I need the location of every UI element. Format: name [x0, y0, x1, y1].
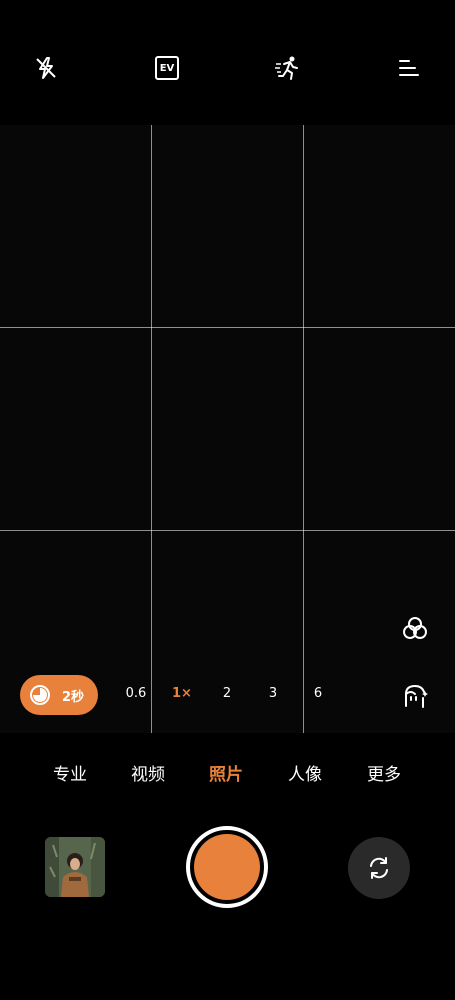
mode-video[interactable]: 视频 [118, 760, 178, 785]
shutter-button-inner [194, 834, 260, 900]
running-person-icon[interactable] [272, 52, 304, 84]
zoom-option[interactable]: 0.6 [121, 686, 151, 701]
grid-line [151, 125, 152, 733]
gallery-thumbnail[interactable] [45, 837, 105, 897]
grid-line [0, 327, 455, 328]
grid-line [303, 125, 304, 733]
grid-line [0, 530, 455, 531]
timer-icon [28, 683, 52, 707]
filter-circles-icon[interactable] [399, 613, 431, 645]
ev-icon[interactable]: EV [151, 52, 183, 84]
mode-more[interactable]: 更多 [354, 760, 414, 785]
zoom-option[interactable]: 2 [212, 686, 242, 701]
switch-camera-icon [370, 857, 388, 879]
shutter-button[interactable] [186, 826, 268, 908]
switch-camera-button[interactable] [348, 837, 410, 899]
viewfinder[interactable] [0, 125, 455, 733]
zoom-option[interactable]: 6 [303, 686, 333, 701]
ev-label: EV [159, 62, 175, 74]
mode-pro[interactable]: 专业 [40, 760, 100, 785]
camera-screen: EV 2秒 0.6 1× 2 3 6 专业 视频 照片 人像 更多 [0, 0, 455, 1000]
mode-portrait[interactable]: 人像 [275, 760, 335, 785]
mode-photo[interactable]: 照片 [196, 760, 256, 785]
timer-button[interactable]: 2秒 [20, 675, 98, 715]
face-beauty-icon[interactable] [399, 680, 431, 712]
menu-icon[interactable] [393, 52, 425, 84]
zoom-option-active[interactable]: 1× [167, 686, 197, 701]
timer-label: 2秒 [62, 689, 85, 705]
top-bar: EV [0, 40, 455, 96]
zoom-option[interactable]: 3 [258, 686, 288, 701]
flash-off-icon[interactable] [30, 52, 62, 84]
